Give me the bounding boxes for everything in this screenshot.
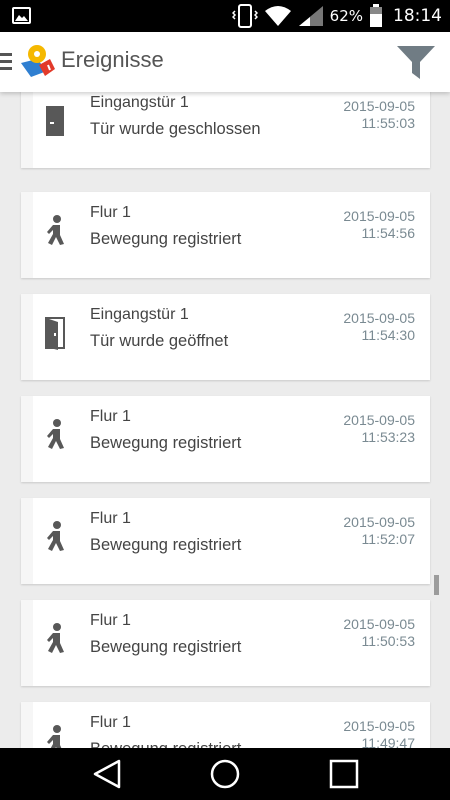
event-source: Flur 1 <box>90 714 131 731</box>
motion-icon <box>47 215 64 245</box>
event-date: 2015-09-05 <box>343 310 415 326</box>
wifi-icon <box>264 6 291 26</box>
event-card[interactable]: Flur 1 Bewegung registriert 2015-09-05 1… <box>21 498 430 584</box>
filter-icon[interactable] <box>396 42 436 82</box>
clock: 18:14 <box>393 6 442 26</box>
event-source: Eingangstür 1 <box>90 94 189 111</box>
navigation-bar <box>0 748 450 800</box>
back-button[interactable] <box>77 748 137 800</box>
event-time: 11:54:56 <box>361 225 415 241</box>
event-date: 2015-09-05 <box>343 718 415 734</box>
scrollbar[interactable] <box>434 575 439 595</box>
event-source: Flur 1 <box>90 510 131 527</box>
event-message: Bewegung registriert <box>90 638 242 656</box>
event-card[interactable]: Flur 1 Bewegung registriert 2015-09-05 1… <box>21 192 430 278</box>
signal-icon <box>298 6 323 26</box>
event-time: 11:55:03 <box>361 115 415 131</box>
recents-button[interactable] <box>314 748 374 800</box>
event-message: Bewegung registriert <box>90 230 242 248</box>
back-icon <box>93 759 121 789</box>
event-card[interactable]: Eingangstür 1 Tür wurde geschlossen 2015… <box>21 92 430 168</box>
door-closed-icon <box>46 106 64 136</box>
status-bar: 62% 18:14 <box>0 0 450 32</box>
event-message: Bewegung registriert <box>90 434 242 452</box>
event-source: Flur 1 <box>90 408 131 425</box>
home-button[interactable] <box>195 748 255 800</box>
event-message: Bewegung registriert <box>90 740 241 748</box>
event-card[interactable]: Eingangstür 1 Tür wurde geöffnet 2015-09… <box>21 294 430 380</box>
motion-icon <box>47 419 64 449</box>
event-date: 2015-09-05 <box>343 514 415 530</box>
event-card[interactable]: Flur 1 Bewegung registriert 2015-09-05 1… <box>21 702 430 748</box>
door-open-icon <box>45 317 65 350</box>
battery-percent: 62% <box>329 7 363 25</box>
event-list[interactable]: Eingangstür 1 Tür wurde geschlossen 2015… <box>0 92 450 748</box>
event-time: 11:53:23 <box>361 429 415 445</box>
event-source: Flur 1 <box>90 612 131 629</box>
battery-icon <box>370 4 382 27</box>
event-message: Tür wurde geöffnet <box>90 332 229 350</box>
app-bar: Ereignisse <box>0 32 450 92</box>
event-source: Eingangstür 1 <box>90 306 189 323</box>
motion-icon <box>47 521 64 551</box>
gallery-icon <box>12 7 31 24</box>
event-time: 11:49:47 <box>361 735 415 748</box>
vibrate-icon <box>231 4 258 28</box>
menu-icon[interactable] <box>0 53 12 71</box>
home-icon <box>210 759 240 789</box>
event-message: Tür wurde geschlossen <box>90 120 261 138</box>
event-card[interactable]: Flur 1 Bewegung registriert 2015-09-05 1… <box>21 396 430 482</box>
app-logo[interactable] <box>17 41 57 81</box>
page-title: Ereignisse <box>61 47 164 72</box>
event-message: Bewegung registriert <box>90 536 242 554</box>
motion-icon <box>47 623 64 653</box>
event-date: 2015-09-05 <box>343 616 415 632</box>
event-time: 11:54:30 <box>361 327 415 343</box>
event-time: 11:50:53 <box>361 633 415 649</box>
motion-icon <box>47 725 62 748</box>
event-date: 2015-09-05 <box>343 412 415 428</box>
event-time: 11:52:07 <box>361 531 415 547</box>
event-card[interactable]: Flur 1 Bewegung registriert 2015-09-05 1… <box>21 600 430 686</box>
event-date: 2015-09-05 <box>343 208 415 224</box>
event-source: Flur 1 <box>90 204 131 221</box>
event-date: 2015-09-05 <box>343 98 415 114</box>
recents-icon <box>329 759 359 789</box>
